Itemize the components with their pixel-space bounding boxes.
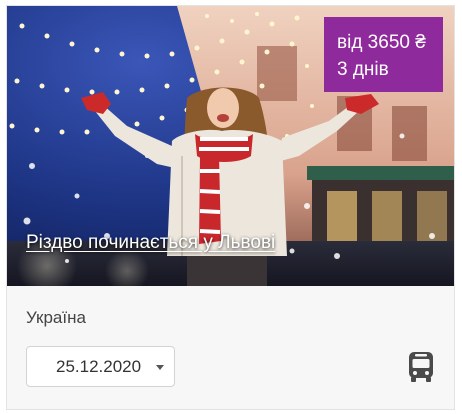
tour-title-link[interactable]: Різдво починається у Львові — [26, 232, 275, 254]
bus-icon — [409, 352, 433, 382]
tour-photo[interactable]: від 3650 ₴ 3 днів Різдво починається у Л… — [7, 6, 454, 286]
country-label: Україна — [26, 308, 86, 327]
date-select-value: 25.12.2020 — [56, 357, 142, 376]
price-badge: від 3650 ₴ 3 днів — [324, 17, 443, 92]
tour-card[interactable]: від 3650 ₴ 3 днів Різдво починається у Л… — [6, 5, 455, 410]
price-label: від 3650 ₴ — [337, 32, 426, 53]
chevron-down-icon — [156, 365, 164, 370]
date-select[interactable]: 25.12.2020 — [26, 346, 175, 387]
duration-label: 3 днів — [337, 59, 389, 80]
